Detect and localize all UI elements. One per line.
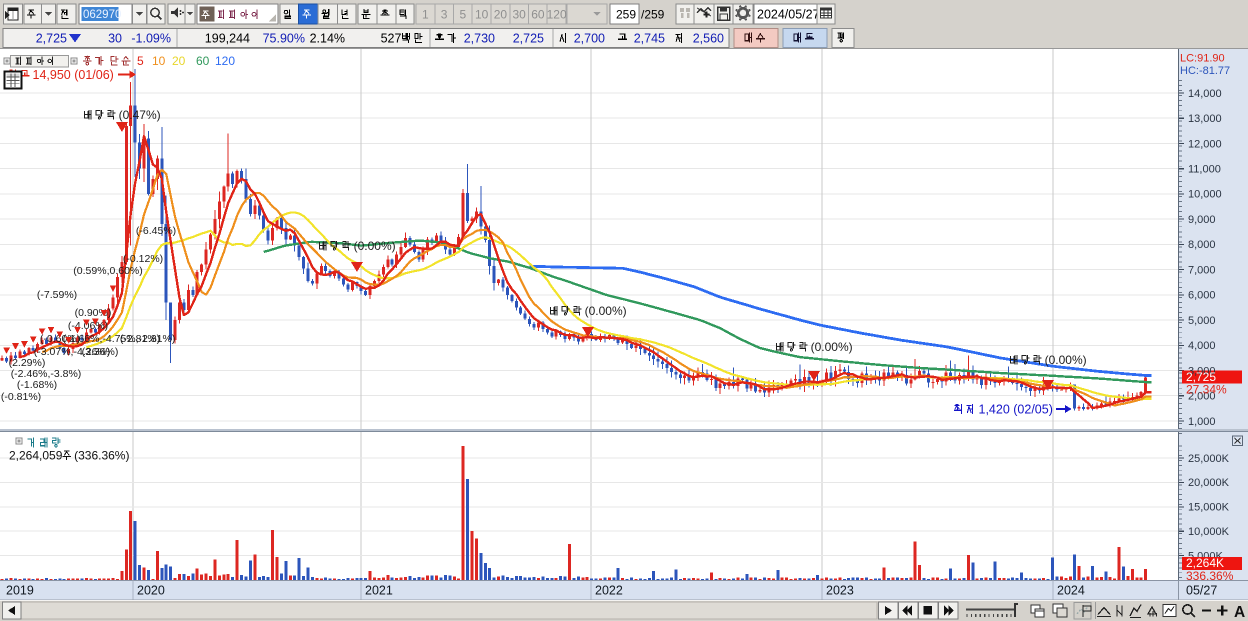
svg-text:(0.00%): (0.00%): [354, 239, 396, 253]
svg-text:2.14%: 2.14%: [310, 32, 345, 46]
svg-text:(2.29%): (2.29%): [9, 357, 46, 369]
svg-text:7,000: 7,000: [1188, 264, 1216, 276]
svg-text:3: 3: [441, 7, 448, 21]
svg-text:12,000: 12,000: [1188, 138, 1222, 150]
svg-text:5: 5: [137, 54, 144, 68]
svg-text:120: 120: [547, 7, 567, 21]
svg-text:2,700: 2,700: [574, 32, 605, 46]
svg-text:259: 259: [616, 8, 636, 22]
svg-text:1,000: 1,000: [1188, 416, 1216, 428]
svg-text:9,000: 9,000: [1188, 214, 1216, 226]
svg-text:2021: 2021: [365, 584, 393, 598]
svg-text:527: 527: [381, 32, 402, 46]
svg-text:(0.47%): (0.47%): [119, 108, 161, 122]
svg-text:199,244: 199,244: [205, 32, 250, 46]
svg-text:10,000: 10,000: [1188, 189, 1222, 201]
svg-text:60: 60: [196, 54, 210, 68]
svg-text:2023: 2023: [826, 584, 854, 598]
svg-text:4,000: 4,000: [1188, 340, 1216, 352]
svg-text:1,420 (02/05): 1,420 (02/05): [979, 403, 1053, 417]
svg-text:11,000: 11,000: [1188, 164, 1221, 176]
svg-text:13,000: 13,000: [1188, 113, 1222, 125]
svg-text:(0.00%): (0.00%): [1045, 353, 1087, 367]
svg-text:(0.00%): (0.00%): [811, 340, 853, 354]
svg-text:LC:91.90: LC:91.90: [1180, 53, 1225, 65]
svg-text:-1.09%: -1.09%: [131, 32, 171, 46]
svg-text:(0.59%,0.60%): (0.59%,0.60%): [73, 265, 142, 277]
svg-text:2,730: 2,730: [464, 32, 495, 46]
svg-text:/259: /259: [641, 8, 665, 22]
svg-text:(3.36%): (3.36%): [82, 346, 119, 358]
svg-text:2,725: 2,725: [36, 32, 67, 46]
svg-text:10,000K: 10,000K: [1188, 526, 1230, 538]
svg-text:A: A: [1234, 604, 1245, 621]
svg-text:60: 60: [531, 7, 545, 21]
svg-text:(0.00%): (0.00%): [585, 304, 627, 318]
svg-text:(-0.12%): (-0.12%): [123, 253, 163, 265]
svg-text:2022: 2022: [595, 584, 623, 598]
svg-text:2024: 2024: [1057, 584, 1085, 598]
svg-text:(-0.81%): (-0.81%): [1, 391, 41, 403]
svg-text:30: 30: [108, 32, 122, 46]
svg-text:20,000K: 20,000K: [1188, 477, 1230, 489]
svg-text:2020: 2020: [137, 584, 165, 598]
svg-text:2019: 2019: [6, 584, 34, 598]
svg-text:20: 20: [172, 54, 186, 68]
svg-text:05/27: 05/27: [1186, 584, 1217, 598]
svg-text:14,000: 14,000: [1188, 88, 1222, 100]
svg-text:2024/05/27: 2024/05/27: [757, 8, 820, 22]
svg-text:062970: 062970: [83, 9, 121, 21]
svg-text:(-1.68%): (-1.68%): [17, 379, 57, 391]
svg-text:27.34%: 27.34%: [1186, 383, 1227, 397]
svg-text:2,725: 2,725: [513, 32, 544, 46]
svg-text:2,745: 2,745: [634, 32, 665, 46]
svg-text:25,000K: 25,000K: [1188, 453, 1230, 465]
svg-text:(336.36%): (336.36%): [74, 449, 129, 463]
svg-text:HC:-81.77: HC:-81.77: [1180, 65, 1230, 77]
svg-text:(-7.59%): (-7.59%): [37, 289, 77, 301]
svg-text:6,000: 6,000: [1188, 290, 1216, 302]
svg-text:5: 5: [460, 7, 467, 21]
svg-text:5,000: 5,000: [1188, 315, 1216, 327]
svg-text:2,264,059: 2,264,059: [9, 449, 63, 463]
svg-text:30: 30: [513, 7, 527, 21]
svg-text:1: 1: [422, 7, 429, 21]
svg-text:20: 20: [494, 7, 508, 21]
svg-text:15,000K: 15,000K: [1188, 502, 1230, 514]
svg-text:10: 10: [475, 7, 489, 21]
svg-text:(-6.45%): (-6.45%): [136, 225, 176, 237]
svg-text:10: 10: [152, 54, 166, 68]
svg-text:(-2.81%): (-2.81%): [120, 333, 160, 345]
svg-text:120: 120: [215, 54, 235, 68]
svg-text:14,950 (01/06): 14,950 (01/06): [33, 68, 114, 82]
svg-text:2,560: 2,560: [693, 32, 724, 46]
svg-text:8,000: 8,000: [1188, 239, 1216, 251]
svg-text:75.90%: 75.90%: [263, 32, 305, 46]
